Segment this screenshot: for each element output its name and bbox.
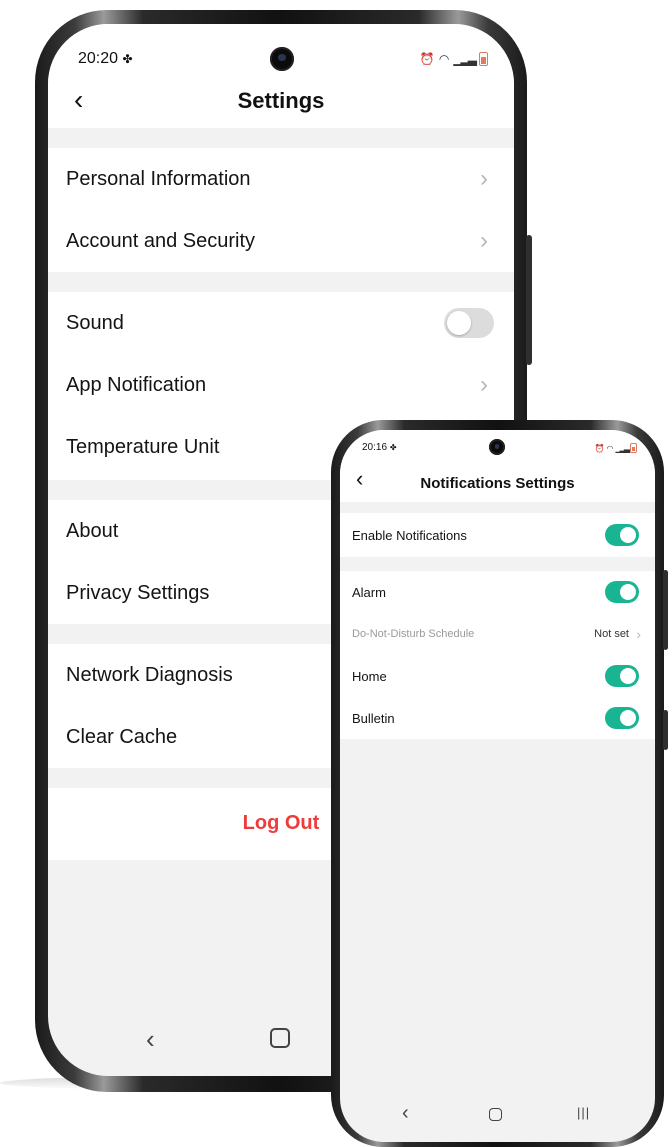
settings-header: ‹ Settings: [48, 76, 514, 128]
alarm-icon: ⏰: [594, 443, 605, 453]
row-label: Enable Notifications: [352, 527, 467, 543]
chevron-right-icon: ›: [480, 371, 488, 398]
signal-icon: ▁▂▃: [615, 443, 631, 453]
bulletin-toggle[interactable]: [605, 707, 639, 729]
enable-notifications-section: Enable Notifications: [340, 513, 655, 557]
status-time: 20:16 ✤: [362, 442, 397, 453]
side-button: [526, 235, 532, 365]
row-label: Personal Information: [66, 167, 251, 190]
enable-notifications-row: Enable Notifications: [340, 513, 655, 557]
home-icon[interactable]: [489, 1108, 502, 1121]
alarm-icon: ⏰: [419, 52, 435, 66]
bulletin-row: Bulletin: [340, 697, 655, 739]
battery-icon: [479, 52, 488, 66]
camera-icon: [489, 439, 505, 455]
wifi-icon: ◠: [606, 443, 614, 453]
chevron-right-icon: ›: [480, 227, 488, 254]
settings-row-sound: Sound: [48, 292, 514, 354]
home-icon[interactable]: [270, 1028, 290, 1048]
row-label: Clear Cache: [66, 725, 178, 748]
row-label: Alarm: [352, 584, 386, 600]
home-row: Home: [340, 655, 655, 697]
status-icons: ⏰ ◠ ▁▂▃: [420, 52, 488, 66]
notifications-screen: 20:16 ✤ ⏰ ◠ ▁▂▃ ‹ Notifications Settings…: [340, 430, 655, 1142]
settings-row-account-security[interactable]: Account and Security ›: [48, 210, 514, 272]
wifi-icon: ◠: [438, 52, 450, 66]
row-label: App Notification: [66, 373, 207, 396]
row-label: Home: [352, 668, 387, 684]
status-time: 20:20 ✤: [78, 50, 133, 67]
settings-row-app-notification[interactable]: App Notification ›: [48, 354, 514, 416]
row-label: Privacy Settings: [66, 581, 210, 604]
camera-icon: [270, 47, 294, 71]
page-title: Notifications Settings: [420, 475, 575, 492]
page-title: Settings: [237, 88, 325, 113]
sound-toggle[interactable]: [444, 308, 494, 338]
recents-icon[interactable]: |||: [577, 1105, 590, 1120]
status-icons: ⏰ ◠ ▁▂▃: [595, 443, 637, 453]
dnd-schedule-row[interactable]: Do-Not-Disturb Schedule Not set ›: [340, 613, 655, 655]
alarm-row: Alarm: [340, 571, 655, 613]
dnd-value: Not set: [594, 628, 629, 640]
signal-icon: ▁▂▃: [453, 52, 477, 66]
status-bar: 20:20 ✤ ⏰ ◠ ▁▂▃: [48, 24, 514, 76]
system-navbar: ‹ |||: [340, 1102, 655, 1136]
side-button: [663, 710, 668, 750]
alarm-toggle[interactable]: [605, 581, 639, 603]
enable-notifications-toggle[interactable]: [605, 524, 639, 546]
notifications-header: ‹ Notifications Settings: [340, 464, 655, 502]
row-label: About: [66, 519, 119, 542]
settings-group-profile: Personal Information › Account and Secur…: [48, 148, 514, 272]
row-label: Do-Not-Disturb Schedule: [352, 628, 475, 640]
settings-row-personal-information[interactable]: Personal Information ›: [48, 148, 514, 210]
chevron-right-icon: ›: [636, 626, 641, 642]
notification-types-section: Alarm Do-Not-Disturb Schedule Not set › …: [340, 571, 655, 739]
side-button: [663, 570, 668, 650]
row-label: Sound: [66, 311, 124, 334]
row-label: Account and Security: [66, 229, 255, 252]
back-icon[interactable]: ‹: [402, 1102, 409, 1125]
status-bar: 20:16 ✤ ⏰ ◠ ▁▂▃: [340, 430, 655, 464]
back-icon[interactable]: ‹: [146, 1024, 155, 1055]
battery-icon: [630, 443, 637, 453]
notifications-phone: 20:16 ✤ ⏰ ◠ ▁▂▃ ‹ Notifications Settings…: [331, 420, 668, 1147]
row-label: Network Diagnosis: [66, 663, 233, 686]
row-label: Temperature Unit: [66, 435, 220, 458]
home-toggle[interactable]: [605, 665, 639, 687]
row-label: Bulletin: [352, 710, 395, 726]
chevron-right-icon: ›: [480, 165, 488, 192]
